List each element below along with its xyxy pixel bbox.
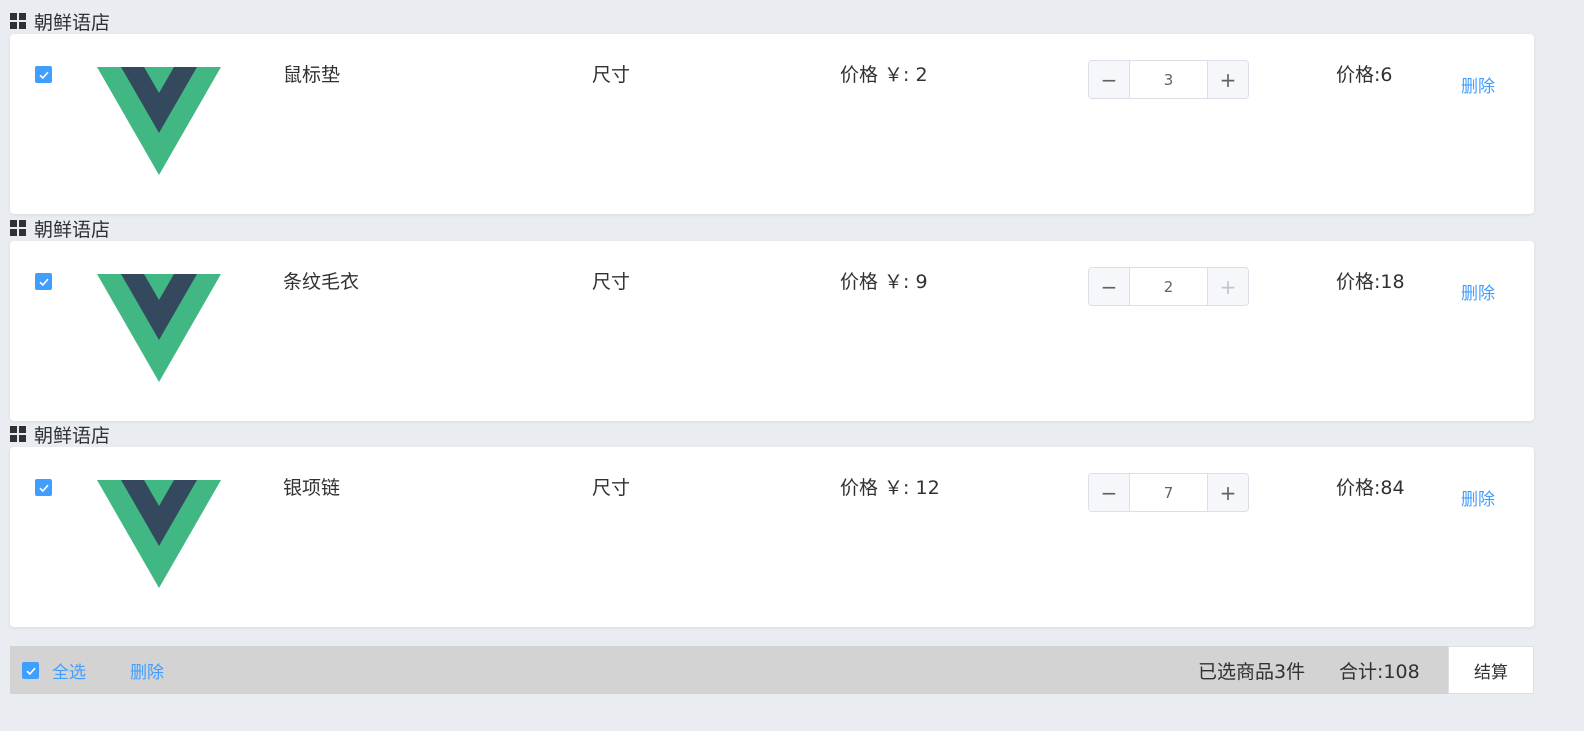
shop-name: 朝鲜语店 <box>34 11 111 34</box>
delete-button[interactable]: 删除 <box>1461 72 1495 97</box>
item-checkbox[interactable] <box>35 479 52 496</box>
increase-button[interactable]: + <box>1207 268 1248 305</box>
grid-icon <box>10 426 26 442</box>
increase-button[interactable]: + <box>1207 474 1248 511</box>
check-icon <box>38 278 49 286</box>
decrease-button[interactable]: − <box>1089 268 1130 305</box>
select-all-checkbox[interactable] <box>22 662 39 679</box>
product-name: 条纹毛衣 <box>283 271 360 293</box>
select-all-label[interactable]: 全选 <box>52 658 86 683</box>
vue-logo <box>97 480 221 588</box>
product-name: 鼠标垫 <box>283 64 341 86</box>
item-subtotal: 价格:6 <box>1336 64 1393 86</box>
quantity-input[interactable]: 3 <box>1130 61 1207 98</box>
check-icon <box>38 484 49 492</box>
shop-header: 朝鲜语店 <box>10 4 110 38</box>
check-icon <box>38 71 49 79</box>
selected-count: 已选商品3件 <box>1198 661 1306 683</box>
product-spec: 尺寸 <box>592 477 631 499</box>
quantity-stepper: − 7 + <box>1088 473 1249 512</box>
quantity-input[interactable]: 7 <box>1130 474 1207 511</box>
cart-item-card: 条纹毛衣 尺寸 价格 ￥: 9 − 2 + 价格:18 删除 <box>10 241 1534 421</box>
shop-name: 朝鲜语店 <box>34 218 111 241</box>
item-subtotal: 价格:18 <box>1336 271 1405 293</box>
shop-name: 朝鲜语店 <box>34 424 111 447</box>
delete-selected-button[interactable]: 删除 <box>130 658 164 683</box>
checkout-button[interactable]: 结算 <box>1448 646 1534 694</box>
delete-button[interactable]: 删除 <box>1461 485 1495 510</box>
shop-header: 朝鲜语店 <box>10 417 110 451</box>
cart-total: 合计:108 <box>1339 661 1420 683</box>
unit-price: 价格 ￥: 12 <box>840 477 940 499</box>
decrease-button[interactable]: − <box>1089 474 1130 511</box>
product-spec: 尺寸 <box>592 271 631 293</box>
quantity-stepper: − 2 + <box>1088 267 1249 306</box>
item-checkbox[interactable] <box>35 66 52 83</box>
cart-item-card: 银项链 尺寸 价格 ￥: 12 − 7 + 价格:84 删除 <box>10 447 1534 627</box>
delete-button[interactable]: 删除 <box>1461 279 1495 304</box>
vue-logo <box>97 274 221 382</box>
decrease-button[interactable]: − <box>1089 61 1130 98</box>
check-icon <box>25 667 36 675</box>
grid-icon <box>10 220 26 236</box>
unit-price: 价格 ￥: 9 <box>840 271 928 293</box>
increase-button[interactable]: + <box>1207 61 1248 98</box>
unit-price: 价格 ￥: 2 <box>840 64 928 86</box>
item-subtotal: 价格:84 <box>1336 477 1405 499</box>
vue-logo <box>97 67 221 175</box>
grid-icon <box>10 13 26 29</box>
product-spec: 尺寸 <box>592 64 631 86</box>
item-checkbox[interactable] <box>35 273 52 290</box>
quantity-input[interactable]: 2 <box>1130 268 1207 305</box>
quantity-stepper: − 3 + <box>1088 60 1249 99</box>
product-name: 银项链 <box>283 477 341 499</box>
shop-header: 朝鲜语店 <box>10 211 110 245</box>
cart-item-card: 鼠标垫 尺寸 价格 ￥: 2 − 3 + 价格:6 删除 <box>10 34 1534 214</box>
cart-page: 朝鲜语店 鼠标垫 尺寸 价格 ￥: 2 − 3 + 价格:6 删除 朝鲜语店 条… <box>0 0 1584 731</box>
cart-footer: 全选 删除 已选商品3件 合计:108 结算 <box>10 646 1534 694</box>
